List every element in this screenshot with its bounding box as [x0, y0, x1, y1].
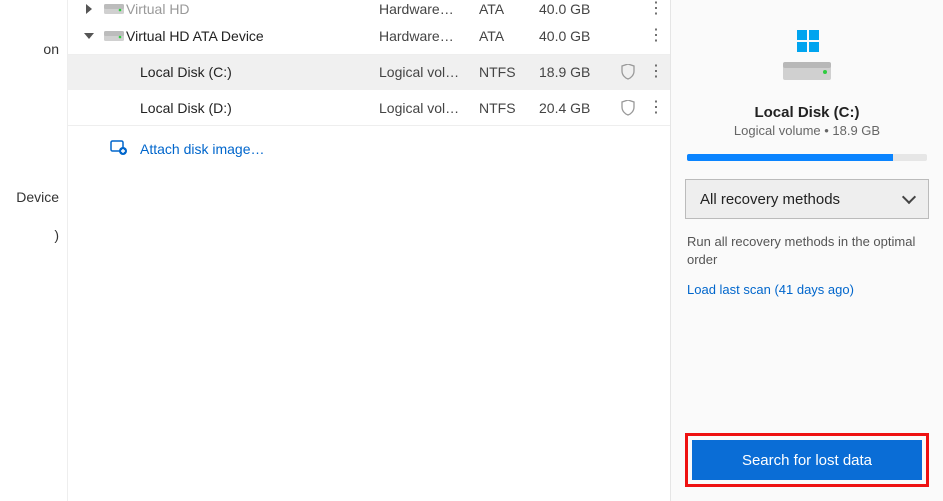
helper-text: Run all recovery methods in the optimal …: [687, 233, 927, 268]
volume-row[interactable]: Local Disk (D:)Logical vol…NTFS20.4 GB⋮: [68, 90, 670, 126]
hdd-icon: [102, 29, 126, 43]
expand-right-icon[interactable]: [86, 4, 92, 14]
load-last-scan-link[interactable]: Load last scan (41 days ago): [687, 282, 927, 297]
volume-icon: [102, 64, 140, 80]
shield-icon: [614, 100, 642, 116]
volume-graphic: [685, 24, 929, 88]
sidebar-item-fragment-2[interactable]: Device: [0, 178, 67, 216]
search-for-lost-data-button[interactable]: Search for lost data: [692, 440, 922, 480]
panel-subtitle: Logical volume • 18.9 GB: [685, 123, 929, 138]
panel-title: Local Disk (C:): [685, 104, 929, 121]
hdd-icon: [102, 2, 126, 16]
attach-label: Attach disk image…: [140, 141, 265, 157]
row-filesystem: ATA: [479, 1, 539, 17]
expand-down-icon[interactable]: [84, 33, 94, 39]
row-type: Hardware…: [379, 1, 479, 17]
row-name: Local Disk (C:): [140, 64, 379, 80]
device-row[interactable]: Virtual HDHardware…ATA40.0 GB⋮: [68, 0, 670, 18]
chevron-down-icon: [902, 190, 916, 204]
row-filesystem: NTFS: [479, 100, 539, 116]
sidebar-item-fragment-1[interactable]: on: [0, 30, 67, 68]
left-sidebar: on Device ): [0, 0, 68, 501]
row-filesystem: ATA: [479, 28, 539, 44]
row-size: 18.9 GB: [539, 64, 614, 80]
dropdown-label: All recovery methods: [700, 191, 840, 208]
row-filesystem: NTFS: [479, 64, 539, 80]
row-size: 40.0 GB: [539, 28, 614, 44]
row-size: 20.4 GB: [539, 100, 614, 116]
shield-icon: [614, 64, 642, 80]
attach-disk-image-link[interactable]: Attach disk image…: [110, 138, 670, 159]
row-size: 40.0 GB: [539, 1, 614, 17]
row-name: Virtual HD: [126, 1, 379, 17]
device-row[interactable]: Virtual HD ATA DeviceHardware…ATA40.0 GB…: [68, 18, 670, 54]
volume-icon: [102, 100, 140, 116]
volume-row[interactable]: Local Disk (C:)Logical vol…NTFS18.9 GB⋮: [68, 54, 670, 90]
row-type: Logical vol…: [379, 100, 479, 116]
details-panel: Local Disk (C:) Logical volume • 18.9 GB…: [670, 0, 943, 501]
row-type: Hardware…: [379, 28, 479, 44]
usage-bar: [687, 154, 927, 161]
cta-highlight: Search for lost data: [685, 433, 929, 487]
attach-icon: [110, 138, 128, 159]
disk-list-pane: Virtual HDHardware…ATA40.0 GB⋮Virtual HD…: [68, 0, 670, 501]
recovery-method-dropdown[interactable]: All recovery methods: [685, 179, 929, 219]
row-name: Local Disk (D:): [140, 100, 379, 116]
row-name: Virtual HD ATA Device: [126, 28, 379, 44]
row-type: Logical vol…: [379, 64, 479, 80]
sidebar-item-fragment-3[interactable]: ): [0, 216, 67, 254]
